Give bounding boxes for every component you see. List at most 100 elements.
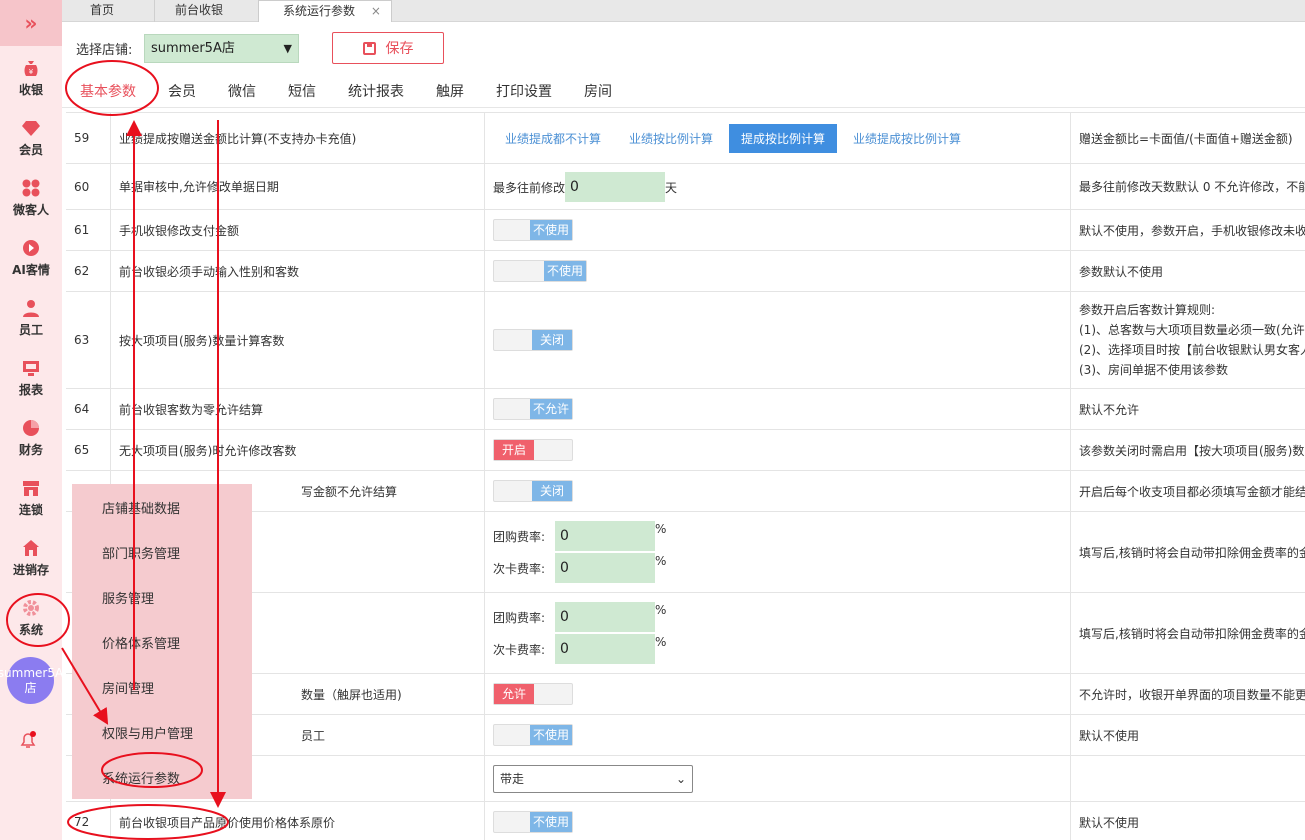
tab-sms[interactable]: 短信 <box>288 81 316 101</box>
tab-print[interactable]: 打印设置 <box>496 81 552 101</box>
param-name: 业绩提成按赠送金额比计算(不支持办卡充值) <box>111 113 485 163</box>
sidebar-item-system[interactable]: 系统 <box>0 590 62 646</box>
tab-cashier[interactable]: 前台收银 <box>154 0 258 22</box>
param-control: 团购费率: 0% 次卡费率: 0% <box>485 512 1071 592</box>
desc-line: (3)、房间单据不使用该参数 <box>1079 363 1228 377</box>
toggle-label: 关闭 <box>532 481 572 501</box>
param-control: 关闭 <box>485 471 1071 511</box>
tab-room[interactable]: 房间 <box>584 81 612 101</box>
sidebar: » ¥ 收银 会员 微客人 AI客情 员工 报表 财务 连锁 进销存 系统 su… <box>0 0 63 840</box>
row-number: 63 <box>66 292 111 388</box>
toggle-switch[interactable]: 关闭 <box>493 329 573 351</box>
option-button[interactable]: 业绩提成都不计算 <box>493 124 613 153</box>
table-row: 61 手机收银修改支付金额 不使用 默认不使用，参数开启，手机收银修改未收 <box>66 210 1305 251</box>
sidebar-item-report[interactable]: 报表 <box>0 350 62 406</box>
save-button[interactable]: 保存 <box>332 32 444 64</box>
menu-item-system-params[interactable]: 系统运行参数 <box>102 768 180 787</box>
store-select[interactable]: summer5A店 ▼ <box>144 34 299 63</box>
sidebar-item-finance[interactable]: 财务 <box>0 410 62 466</box>
param-desc: 不允许时，收银开单界面的项目数量不能更 <box>1079 687 1305 702</box>
param-name: 手机收银修改支付金额 <box>111 210 485 250</box>
tab-basic[interactable]: 基本参数 <box>80 81 136 101</box>
toggle-label: 开启 <box>494 440 534 460</box>
toggle-switch[interactable]: 不使用 <box>493 724 573 746</box>
toggle-label: 不使用 <box>529 220 572 240</box>
card-rate-input[interactable]: 0 <box>555 634 655 664</box>
menu-item-permissions[interactable]: 权限与用户管理 <box>102 723 193 742</box>
sidebar-item-label: 会员 <box>18 142 43 157</box>
toggle-switch[interactable]: 不使用 <box>493 260 587 282</box>
param-name: 前台收银客数为零允许结算 <box>111 389 485 429</box>
sidebar-item-guests[interactable]: 微客人 <box>0 170 62 226</box>
days-input[interactable]: 0 <box>565 172 666 202</box>
menu-item-department[interactable]: 部门职务管理 <box>102 543 180 562</box>
toggle-switch[interactable]: 开启 <box>493 439 573 461</box>
groupbuy-rate-input[interactable]: 0 <box>555 521 655 551</box>
param-name: 前台收银必须手动输入性别和客数 <box>111 251 485 291</box>
percent-unit: % <box>655 554 667 568</box>
chevron-down-icon: ⌄ <box>675 771 686 786</box>
param-desc: 开启后每个收支项目都必须填写金额才能结 <box>1079 484 1305 499</box>
menu-item-service[interactable]: 服务管理 <box>102 588 154 607</box>
param-control: 关闭 <box>485 292 1071 388</box>
store-icon <box>22 479 40 497</box>
sidebar-item-cashier[interactable]: ¥ 收银 <box>0 50 62 106</box>
sidebar-item-member[interactable]: 会员 <box>0 110 62 166</box>
param-desc: 默认不使用 <box>1079 728 1140 743</box>
param-desc: 参数默认不使用 <box>1079 264 1164 279</box>
row-number: 64 <box>66 389 111 429</box>
takeaway-select[interactable]: 带走 ⌄ <box>493 764 693 793</box>
groupbuy-rate-input[interactable]: 0 <box>555 602 655 632</box>
monitor-icon <box>22 359 40 377</box>
menu-item-room[interactable]: 房间管理 <box>102 678 154 697</box>
param-name: 按大项项目(服务)数量计算客数 <box>111 292 485 388</box>
sidebar-item-ai[interactable]: AI客情 <box>0 230 62 286</box>
tab-label: 首页 <box>90 3 115 17</box>
store-avatar[interactable]: summer5A店 <box>0 657 63 704</box>
tab-stats[interactable]: 统计报表 <box>348 81 404 101</box>
tab-system-params[interactable]: 系统运行参数 × <box>258 0 392 23</box>
desc-line: (2)、选择项目时按【前台收银默认男女客人 <box>1079 343 1305 357</box>
param-desc: 最多往前修改天数默认 0 不允许修改，不能 <box>1079 180 1305 194</box>
param-desc: 参数开启后客数计算规则: (1)、总客数与大项项目数量必须一致(允许 (2)、选… <box>1071 292 1305 388</box>
option-button[interactable]: 提成按比例计算 <box>729 123 838 153</box>
param-desc: 填写后,核销时将会自动带扣除佣金费率的金 <box>1079 626 1305 641</box>
toggle-switch[interactable]: 关闭 <box>493 480 573 502</box>
option-button[interactable]: 业绩按比例计算 <box>617 124 725 153</box>
param-desc: 默认不使用 <box>1079 815 1140 830</box>
sidebar-item-chain[interactable]: 连锁 <box>0 470 62 526</box>
close-icon[interactable]: × <box>371 4 381 18</box>
tab-member[interactable]: 会员 <box>168 81 196 101</box>
param-control: 不使用 <box>485 715 1071 755</box>
param-desc: 赠送金额比=卡面值/(卡面值+赠送金额) <box>1079 131 1293 146</box>
settings-tabs: 基本参数 会员 微信 短信 统计报表 触屏 打印设置 房间 <box>62 74 1305 108</box>
pie-icon <box>22 419 40 437</box>
tab-home[interactable]: 首页 <box>62 0 154 22</box>
toggle-label: 允许 <box>494 684 534 704</box>
param-control: 带走 ⌄ <box>485 756 1071 801</box>
house-icon <box>22 539 40 557</box>
menu-item-price-system[interactable]: 价格体系管理 <box>102 633 180 652</box>
row-number: 62 <box>66 251 111 291</box>
sidebar-item-inventory[interactable]: 进销存 <box>0 530 62 586</box>
toggle-switch[interactable]: 不使用 <box>493 219 573 241</box>
toggle-switch[interactable]: 不使用 <box>493 811 573 833</box>
sidebar-item-label: 报表 <box>18 382 43 397</box>
tab-touch[interactable]: 触屏 <box>436 81 464 101</box>
bell-icon[interactable] <box>18 730 38 750</box>
tab-label: 前台收银 <box>175 3 224 17</box>
menu-item-store-data[interactable]: 店铺基础数据 <box>102 498 180 517</box>
table-row: 59 业绩提成按赠送金额比计算(不支持办卡充值) 业绩提成都不计算 业绩按比例计… <box>66 112 1305 164</box>
option-button[interactable]: 业绩提成按比例计算 <box>841 124 973 153</box>
save-label: 保存 <box>385 41 414 57</box>
tab-wechat[interactable]: 微信 <box>228 81 256 101</box>
sidebar-item-label: 收银 <box>18 82 43 97</box>
card-rate-input[interactable]: 0 <box>555 553 655 583</box>
toggle-switch[interactable]: 允许 <box>493 683 573 705</box>
page-tab-bar: 首页 前台收银 系统运行参数 × <box>62 0 1305 23</box>
sidebar-item-staff[interactable]: 员工 <box>0 290 62 346</box>
toggle-switch[interactable]: 不允许 <box>493 398 573 420</box>
expand-sidebar-icon[interactable]: » <box>0 0 62 46</box>
row-number: 65 <box>66 430 111 470</box>
param-desc <box>1071 756 1305 801</box>
